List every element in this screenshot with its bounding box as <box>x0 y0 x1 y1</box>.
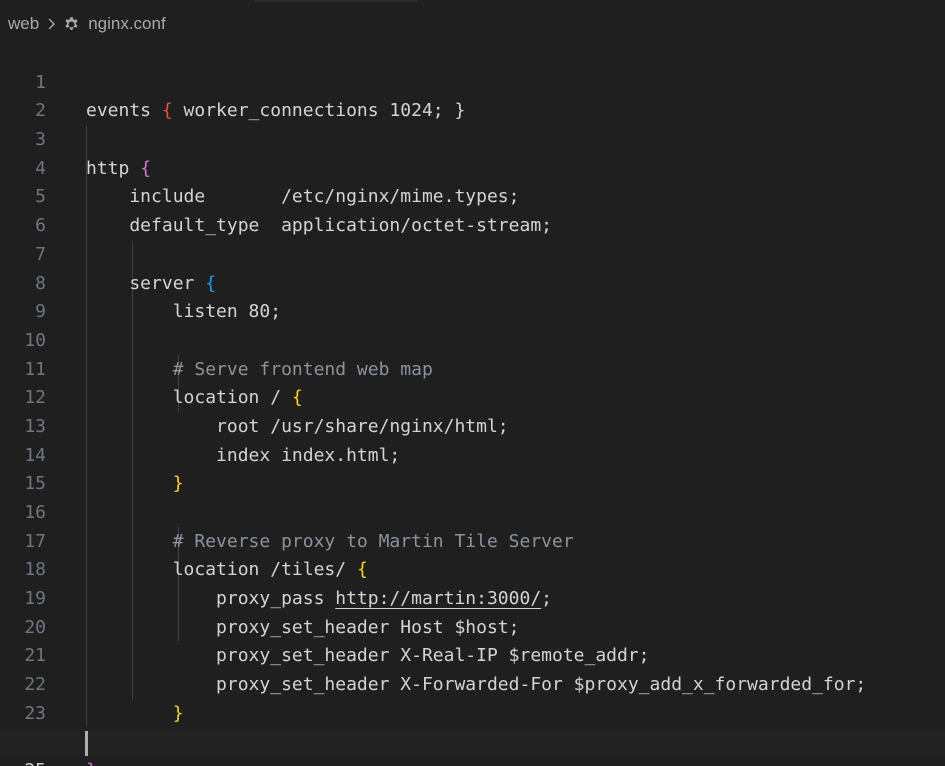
current-line[interactable]: 25 <box>0 728 945 766</box>
code-line: 15 <box>0 442 945 494</box>
gear-icon <box>65 16 78 30</box>
code-line: 19 proxy_set_header Host $host; <box>0 556 945 638</box>
code-line: 24 } <box>0 700 945 766</box>
code-line: 12 root /usr/share/nginx/html; <box>0 356 945 437</box>
code-line: 6 <box>0 183 945 236</box>
chevron-right-icon <box>48 18 56 30</box>
code-line: 14 } <box>0 413 945 495</box>
code-line: 21 proxy_set_header X-Forwarded-For $pro… <box>0 614 945 695</box>
line-number: 25 <box>0 757 46 766</box>
code-line: 22 } <box>0 642 945 724</box>
code-line: 18 proxy_pass http://martin:3000/; <box>0 528 945 609</box>
breadcrumb-file[interactable]: nginx.conf <box>88 14 166 34</box>
breadcrumb-folder[interactable]: web <box>8 14 39 34</box>
code-line: 16 # Reverse proxy to Martin Tile Server <box>0 470 945 552</box>
text-cursor <box>85 730 88 756</box>
code-line: 10 # Serve frontend web map <box>0 298 945 380</box>
code-line: 11 location / { <box>0 327 945 409</box>
breadcrumb: web nginx.conf <box>8 10 166 38</box>
code-line: 13 index index.html; <box>0 384 945 466</box>
tab-strip <box>255 0 417 2</box>
code-line: 3 http { <box>0 97 945 179</box>
code-line: 4 include /etc/nginx/mime.types; <box>0 126 945 208</box>
code-line: 2 <box>0 69 945 121</box>
code-line: 7 server { <box>0 212 945 294</box>
code-line: 9 <box>0 270 945 322</box>
code-editor[interactable]: web nginx.conf 1 events { worker_connect… <box>0 0 945 766</box>
code-line: 5 default_type application/octet-stream; <box>0 155 945 236</box>
code-line: 1 events { worker_connections 1024; } <box>0 40 945 122</box>
code-line: 23 } <box>0 671 945 753</box>
code-line: 17 location /tiles/ { <box>0 499 945 581</box>
code-line: 8 listen 80; <box>0 241 945 323</box>
code-area[interactable]: 1 events { worker_connections 1024; } 2 … <box>0 40 945 766</box>
code-line: 20 proxy_set_header X-Real-IP $remote_ad… <box>0 585 945 667</box>
bracket: } <box>86 757 97 766</box>
